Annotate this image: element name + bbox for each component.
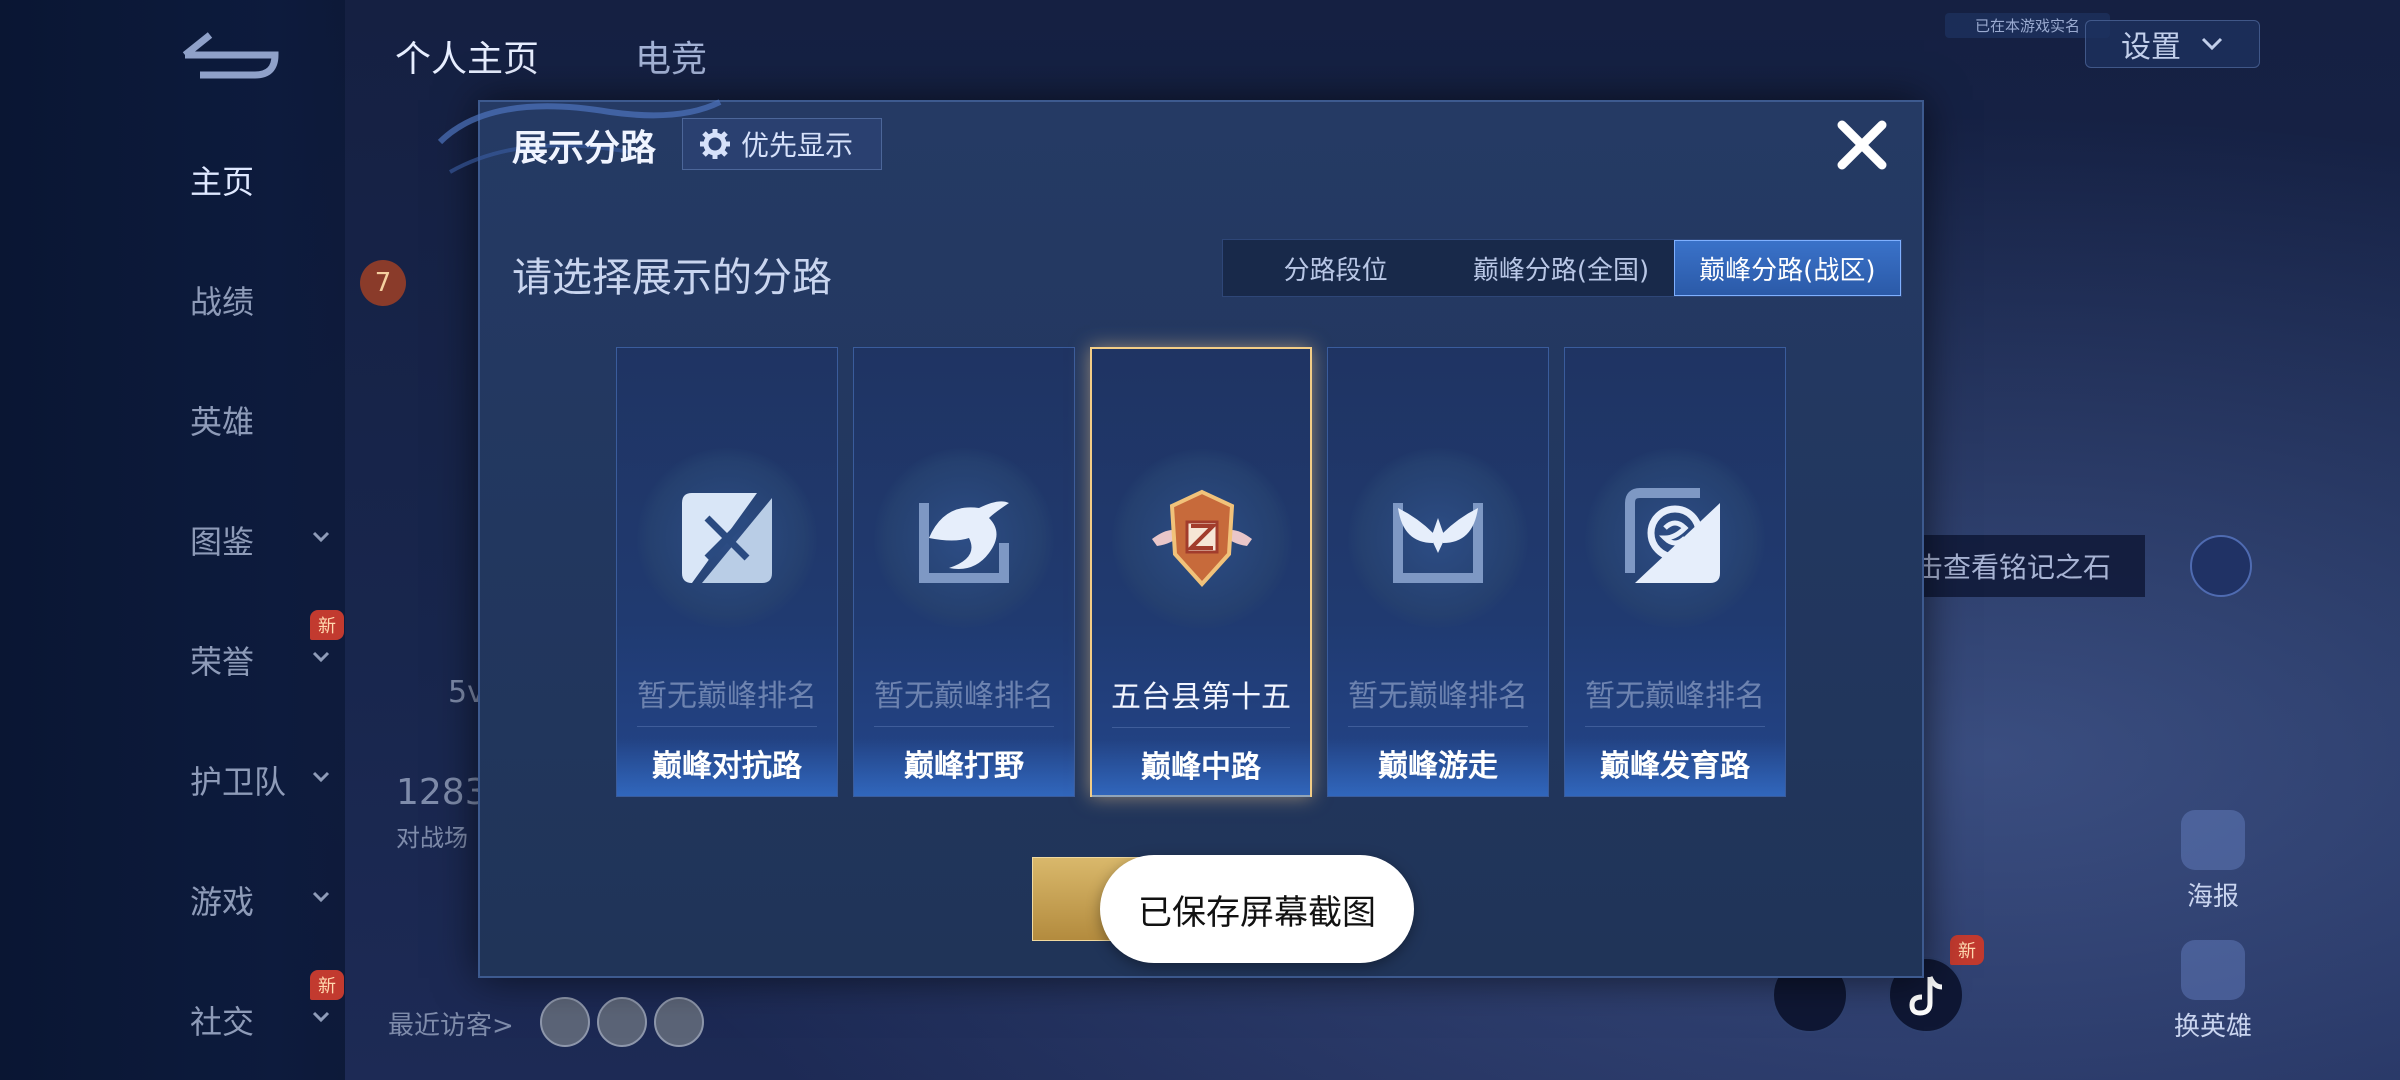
nav-label: 护卫队 xyxy=(190,763,287,801)
lane-card-mid[interactable]: 五台县第十五 巅峰中路 xyxy=(1090,347,1312,797)
target-emblem-icon xyxy=(1625,488,1720,583)
nav-label: 社交 xyxy=(190,1003,255,1041)
nav-item-record[interactable]: 战绩 xyxy=(120,270,330,330)
segment-peak-zone[interactable]: 巅峰分路(战区) xyxy=(1673,240,1901,296)
lane-display-dialog: 展示分路 优先显示 请选择展示的分路 分路段位 巅峰分路(全国) 巅峰分路(战区… xyxy=(437,99,1924,978)
tab-profile[interactable]: 个人主页 xyxy=(395,30,539,82)
lane-card-top[interactable]: 暂无巅峰排名 巅峰对抗路 xyxy=(616,347,838,797)
chevron-down-icon xyxy=(312,651,330,663)
segment-peak-national[interactable]: 巅峰分路(全国) xyxy=(1448,240,1673,296)
back-arrow-icon[interactable] xyxy=(180,30,280,80)
dialog-subtitle: 请选择展示的分路 xyxy=(512,255,832,301)
divider xyxy=(874,726,1054,727)
nav-item-game[interactable]: 游戏 xyxy=(120,870,330,930)
divider xyxy=(637,726,817,727)
sword-emblem-icon xyxy=(682,493,772,583)
match-count: 1283 xyxy=(396,772,488,813)
poster-label: 海报 xyxy=(2186,882,2239,912)
lane-rank: 暂无巅峰排名 xyxy=(1585,679,1765,714)
inscription-stone-icon[interactable] xyxy=(2190,535,2252,597)
priority-display-button[interactable]: 优先显示 xyxy=(682,118,882,170)
chevron-down-icon xyxy=(312,891,330,903)
wings-emblem-icon xyxy=(1393,503,1483,583)
dragon-emblem-icon xyxy=(919,501,1009,583)
match-count-label: 对战场 xyxy=(396,824,468,852)
level-badge: 7 xyxy=(360,260,406,306)
avatar[interactable] xyxy=(540,997,590,1047)
new-badge: 新 xyxy=(310,970,344,1000)
chevron-down-icon xyxy=(312,771,330,783)
poster-icon xyxy=(2181,810,2245,870)
change-hero-button[interactable]: 换英雄 xyxy=(2168,940,2258,1043)
new-badge: 新 xyxy=(310,610,344,640)
divider xyxy=(1112,727,1290,728)
lane-name: 巅峰中路 xyxy=(1092,739,1310,797)
lane-emblem xyxy=(1348,448,1528,628)
nav-label: 战绩 xyxy=(190,283,255,321)
nav-item-codex[interactable]: 图鉴 xyxy=(120,510,330,570)
lane-emblem xyxy=(1112,449,1292,629)
lane-name: 巅峰发育路 xyxy=(1565,738,1785,796)
lane-emblem xyxy=(1585,448,1765,628)
nav-item-home[interactable]: 主页 xyxy=(120,150,330,210)
lane-card-jungle[interactable]: 暂无巅峰排名 巅峰打野 xyxy=(853,347,1075,797)
nav-item-heroes[interactable]: 英雄 xyxy=(120,390,330,450)
change-hero-icon xyxy=(2181,940,2245,1000)
gear-icon xyxy=(700,129,730,159)
priority-label: 优先显示 xyxy=(741,129,854,162)
change-hero-label: 换英雄 xyxy=(2173,1012,2252,1042)
avatar[interactable] xyxy=(597,997,647,1047)
nav-label: 图鉴 xyxy=(190,523,255,561)
lane-name: 巅峰游走 xyxy=(1328,738,1548,796)
nav-label: 荣誉 xyxy=(190,643,255,681)
close-icon[interactable] xyxy=(1832,115,1892,175)
new-badge: 新 xyxy=(1950,935,1984,965)
lane-rank: 五台县第十五 xyxy=(1111,680,1291,715)
lane-emblem xyxy=(637,448,817,628)
lane-emblem xyxy=(874,448,1054,628)
recent-visitors-label[interactable]: 最近访客> xyxy=(388,1005,514,1042)
dialog-title: 展示分路 xyxy=(512,128,657,169)
divider xyxy=(1348,726,1528,727)
chevron-down-icon xyxy=(312,531,330,543)
lane-name: 巅峰对抗路 xyxy=(617,738,837,796)
lane-card-bot[interactable]: 暂无巅峰排名 巅峰发育路 xyxy=(1564,347,1786,797)
chevron-down-icon xyxy=(312,1011,330,1023)
lane-rank: 暂无巅峰排名 xyxy=(1348,679,1528,714)
chevron-down-icon xyxy=(2201,37,2223,51)
winged-shield-emblem-icon xyxy=(1152,489,1252,587)
lane-source-segmented-control: 分路段位 巅峰分路(全国) 巅峰分路(战区) xyxy=(1222,239,1902,297)
nav-label: 英雄 xyxy=(190,403,255,441)
nav-label: 主页 xyxy=(190,163,255,201)
segment-lane-rank[interactable]: 分路段位 xyxy=(1223,240,1448,296)
poster-button[interactable]: 海报 xyxy=(2168,810,2258,913)
tab-esports[interactable]: 电竞 xyxy=(635,30,707,82)
settings-button[interactable]: 设置 xyxy=(2085,20,2260,68)
lane-rank: 暂无巅峰排名 xyxy=(874,679,1054,714)
avatar[interactable] xyxy=(654,997,704,1047)
inscription-tip[interactable]: 击查看铭记之石 xyxy=(1905,535,2145,597)
lane-rank: 暂无巅峰排名 xyxy=(637,679,817,714)
screenshot-saved-toast: 已保存屏幕截图 xyxy=(1100,855,1414,963)
nav-label: 游戏 xyxy=(190,883,255,921)
nav-item-honor[interactable]: 荣誉 xyxy=(120,630,330,690)
settings-label: 设置 xyxy=(2121,30,2181,65)
nav-item-social[interactable]: 社交 xyxy=(120,990,330,1050)
nav-item-guard-team[interactable]: 护卫队 xyxy=(120,750,330,810)
lane-name: 巅峰打野 xyxy=(854,738,1074,796)
divider xyxy=(1585,726,1765,727)
lane-card-roam[interactable]: 暂无巅峰排名 巅峰游走 xyxy=(1327,347,1549,797)
